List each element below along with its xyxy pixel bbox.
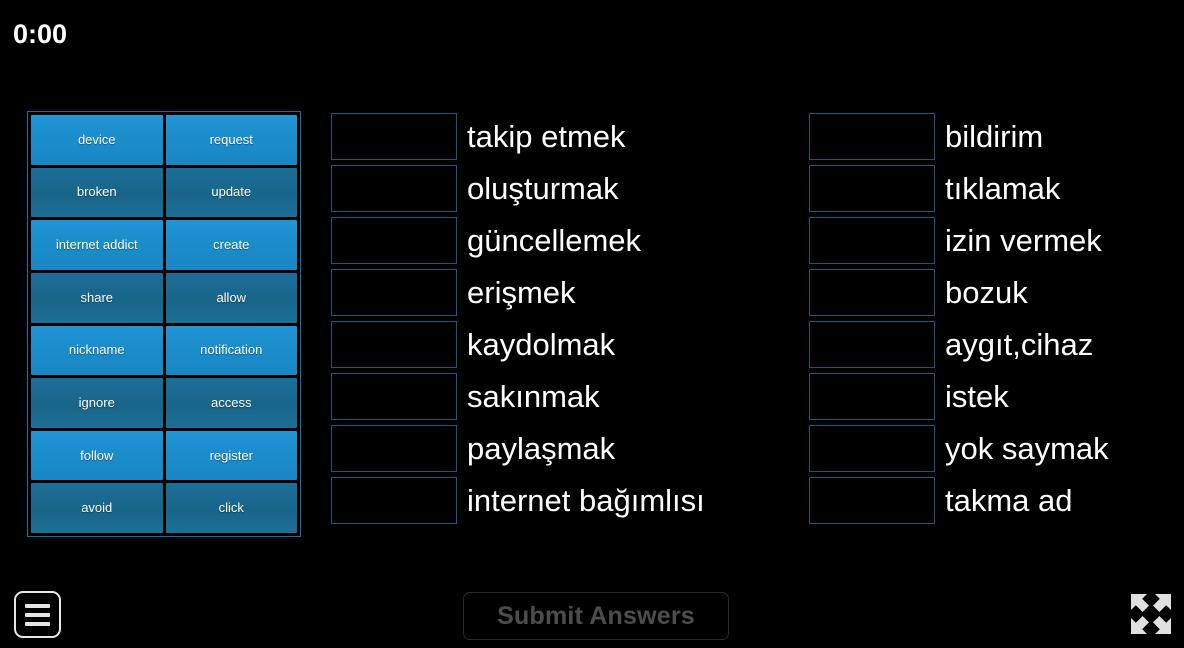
answer-drop-slot[interactable] [331,477,457,524]
answer-drop-slot[interactable] [809,165,935,212]
prompt-text: takma ad [945,482,1073,518]
answer-row: oluşturmak [331,165,801,212]
answer-row: internet bağımlısı [331,477,801,524]
answer-row: erişmek [331,269,801,316]
answer-row: izin vermek [809,217,1181,264]
answer-drop-slot[interactable] [809,425,935,472]
answer-drop-slot[interactable] [809,373,935,420]
menu-bar-3 [25,621,50,626]
answer-drop-slot[interactable] [331,113,457,160]
prompt-text: oluşturmak [467,170,619,206]
prompt-text: takip etmek [467,118,626,154]
word-tile[interactable]: create [165,220,297,270]
word-tile[interactable]: notification [165,325,297,376]
word-tile[interactable]: allow [165,272,297,323]
prompt-text: paylaşmak [467,430,616,466]
prompt-text: bozuk [945,274,1028,310]
prompt-text: güncellemek [467,222,642,258]
prompt-text: yok saymak [945,430,1109,466]
menu-bar-2 [25,612,50,617]
answer-row: sakınmak [331,373,801,420]
answer-drop-slot[interactable] [331,217,457,264]
word-tile[interactable]: device [31,115,163,165]
answer-drop-slot[interactable] [809,269,935,316]
answer-row: istek [809,373,1181,420]
prompt-text: izin vermek [945,222,1102,258]
word-tile[interactable]: request [165,115,297,165]
submit-answers-button[interactable]: Submit Answers [463,592,729,640]
prompt-text: istek [945,378,1009,414]
answer-drop-slot[interactable] [331,373,457,420]
answer-row: tıklamak [809,165,1181,212]
answer-row: takip etmek [331,113,801,160]
fullscreen-expand-icon[interactable] [1128,591,1174,637]
word-tile[interactable]: broken [31,167,163,218]
word-tile[interactable]: follow [31,430,163,481]
timer-display: 0:00 [13,19,68,49]
prompt-text: kaydolmak [467,326,616,362]
prompt-text: aygıt,cihaz [945,326,1094,362]
answer-row: kaydolmak [331,321,801,368]
answer-drop-slot[interactable] [809,321,935,368]
word-tile[interactable]: access [165,378,297,428]
word-tile[interactable]: avoid [31,483,163,533]
menu-bar-1 [25,603,50,608]
answer-row: bozuk [809,269,1181,316]
prompt-text: tıklamak [945,170,1061,206]
word-tile[interactable]: register [165,430,297,481]
answer-drop-slot[interactable] [331,269,457,316]
answer-drop-slot[interactable] [809,477,935,524]
word-tile[interactable]: nickname [31,325,163,376]
word-tile[interactable]: share [31,272,163,323]
word-tile[interactable]: internet addict [31,220,163,270]
answer-column-left: takip etmek oluşturmak güncellemek erişmek k… [331,113,801,524]
answer-row: bildirim [809,113,1181,160]
hamburger-menu-icon[interactable] [14,591,61,638]
word-tile[interactable]: update [165,167,297,218]
answer-drop-slot[interactable] [331,321,457,368]
prompt-text: sakınmak [467,378,600,414]
answer-row: takma ad [809,477,1181,524]
answer-row: yok saymak [809,425,1181,472]
answer-column-right: bildirim tıklamak izin vermek bozuk aygıt,ci… [809,113,1181,524]
answer-drop-slot[interactable] [331,165,457,212]
word-tile[interactable]: click [165,483,297,533]
answer-drop-slot[interactable] [809,113,935,160]
word-tile[interactable]: ignore [31,378,163,428]
answer-row: güncellemek [331,217,801,264]
prompt-text: bildirim [945,118,1044,154]
word-bank-panel: device request broken update internet addict… [27,111,301,537]
prompt-text: erişmek [467,274,576,310]
answer-drop-slot[interactable] [809,217,935,264]
answer-row: aygıt,cihaz [809,321,1181,368]
answer-row: paylaşmak [331,425,801,472]
answer-drop-slot[interactable] [331,425,457,472]
prompt-text: internet bağımlısı [467,482,705,518]
